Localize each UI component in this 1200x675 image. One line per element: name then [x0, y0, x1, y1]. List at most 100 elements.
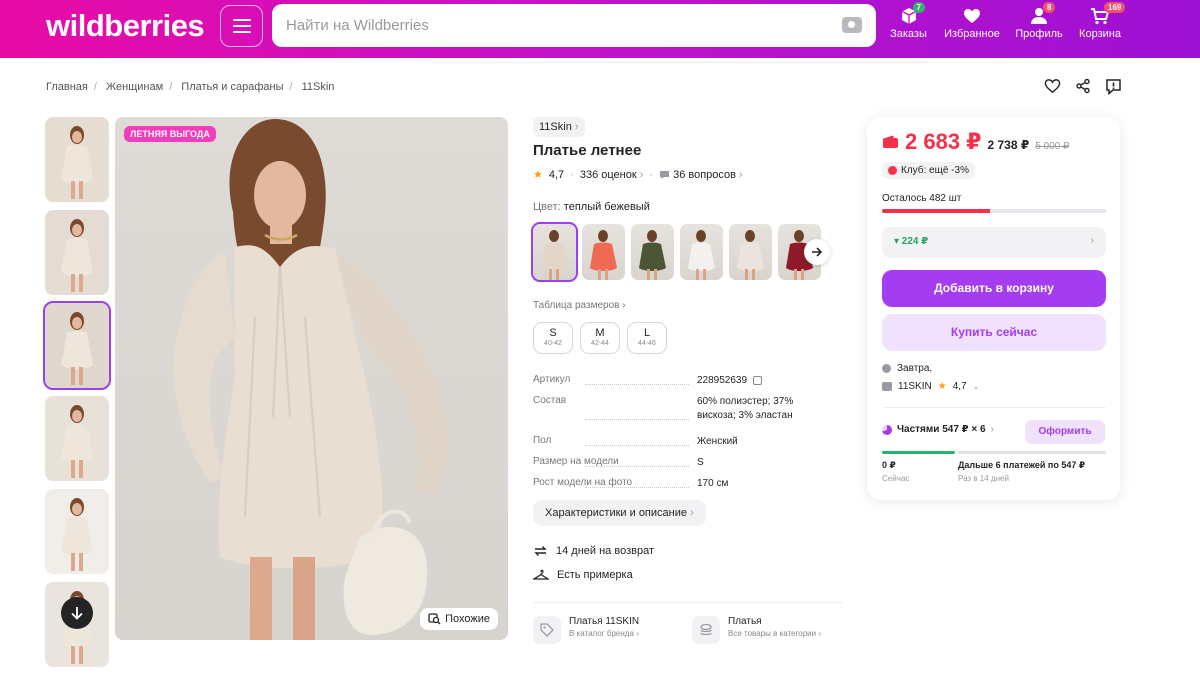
product-title: Платье летнее	[533, 142, 642, 159]
hanger-icon	[533, 569, 549, 580]
brand-catalog-sub: В каталог бренда ›	[569, 629, 639, 638]
breadcrumb-item[interactable]: Женщинам	[106, 81, 163, 93]
club-badge[interactable]: Клуб: ещё -3%	[882, 162, 975, 179]
size-label: S	[549, 327, 557, 339]
gallery-thumbnail[interactable]	[45, 396, 109, 481]
wallet-price: 2 738 ₽	[987, 138, 1030, 152]
brand-catalog-link[interactable]: Платья 11SKIN В каталог бренда ›	[533, 616, 639, 644]
color-swatches	[531, 222, 821, 282]
size-option[interactable]: L 44-46	[627, 322, 667, 354]
delivery-row: Завтра,	[882, 363, 932, 374]
main-product-image[interactable]: ЛЕТНЯЯ ВЫГОДА Похожие	[115, 117, 508, 640]
size-range: 40-42	[544, 340, 562, 347]
brand-link[interactable]: 11Skin ›	[533, 117, 585, 137]
characteristics-button[interactable]: Характеристики и описание ›	[533, 500, 706, 526]
category-link[interactable]: Платья Все товары в категории ›	[692, 616, 821, 644]
return-label: 14 дней на возврат	[556, 545, 654, 557]
gallery-thumbnail[interactable]	[45, 117, 109, 202]
rating-value: 4,7	[548, 168, 565, 181]
color-swatch[interactable]	[680, 224, 723, 280]
profile-badge: 8	[1043, 2, 1056, 13]
club-label: Клуб: ещё -3%	[901, 165, 969, 176]
size-table-label: Таблица размеров	[533, 300, 620, 311]
nav-cart[interactable]: 169 Корзина	[1076, 2, 1126, 40]
spec-key: Пол	[533, 435, 697, 449]
copy-icon[interactable]	[752, 375, 762, 385]
reviews-link[interactable]: 336 оценок ›	[580, 169, 644, 181]
installments-button[interactable]: Оформить	[1025, 420, 1105, 444]
later-label: Раз в 14 дней	[958, 474, 1009, 483]
search-input[interactable]	[286, 4, 826, 47]
arrow-down-icon	[71, 607, 83, 620]
camera-icon[interactable]	[842, 17, 862, 33]
size-range: 44-46	[638, 340, 656, 347]
buy-now-button[interactable]: Купить сейчас	[882, 314, 1106, 351]
user-icon: 8	[1015, 2, 1063, 28]
color-swatch[interactable]	[729, 224, 772, 280]
installment-now: 0 ₽ Сейчас	[882, 460, 909, 483]
breadcrumb-item[interactable]: Главная	[46, 81, 88, 93]
questions-link[interactable]: 36 вопросов ›	[659, 169, 743, 181]
logo[interactable]: wildberries	[46, 8, 205, 44]
delivery-label: Завтра,	[897, 363, 933, 374]
menu-button[interactable]	[220, 5, 263, 47]
seller-rating: 4,7	[952, 381, 967, 392]
share-icon[interactable]	[1075, 78, 1091, 94]
layers-icon	[692, 616, 720, 644]
breadcrumb-item[interactable]: 11Skin	[302, 81, 335, 93]
stock-bar-fill	[882, 209, 990, 213]
installments-label: Частями 547 ₽ × 6	[897, 424, 986, 435]
fitting-info: Есть примерка	[533, 568, 633, 581]
wallet-bonus: ▾ 224 ₽	[894, 236, 929, 247]
promo-badge: ЛЕТНЯЯ ВЫГОДА	[124, 126, 216, 142]
current-price: 2 683 ₽	[905, 129, 982, 154]
spec-value: S	[697, 457, 704, 468]
star-icon: ★	[937, 381, 947, 392]
tag-icon	[533, 616, 561, 644]
size-option[interactable]: S 40-42	[533, 322, 573, 354]
gallery-thumbnail[interactable]	[43, 301, 111, 390]
box-icon: 7	[886, 2, 931, 28]
seller-name: 11SKIN	[898, 381, 932, 392]
nav-profile[interactable]: 8 Профиль	[1015, 2, 1063, 40]
nav-cart-label: Корзина	[1079, 28, 1121, 40]
arrow-right-icon	[812, 247, 823, 257]
stock-bar	[882, 209, 1106, 213]
wallet-bonus-row[interactable]: ▾ 224 ₽ ›	[882, 227, 1106, 258]
gallery-thumbnail[interactable]	[45, 489, 109, 574]
similar-button[interactable]: Похожие	[420, 608, 498, 630]
color-swatch[interactable]	[582, 224, 625, 280]
favorite-heart-icon[interactable]	[1044, 78, 1061, 94]
later-amount: Дальше 6 платежей по 547 ₽	[958, 460, 1086, 470]
nav-orders[interactable]: 7 Заказы	[886, 2, 931, 40]
spec-value: Женский	[697, 436, 738, 447]
divider	[533, 602, 843, 603]
questions-count: 36 вопросов	[673, 168, 736, 181]
add-to-cart-button[interactable]: Добавить в корзину	[882, 270, 1106, 307]
similar-label: Похожие	[445, 613, 490, 625]
size-table-link[interactable]: Таблица размеров ›	[533, 300, 626, 311]
rating-row: ★ 4,7 · 336 оценок › · 36 вопросов ›	[533, 168, 743, 182]
colors-next-button[interactable]	[804, 239, 830, 265]
seller-row[interactable]: 11SKIN ★ 4,7 ⌄	[882, 381, 979, 392]
nav-favorites[interactable]: Избранное	[942, 4, 1002, 40]
nav-favorites-label: Избранное	[944, 28, 1000, 40]
installment-progress-later	[958, 451, 1106, 454]
size-option[interactable]: M 42-44	[580, 322, 620, 354]
spec-value: 60% полиэстер; 37% вискоза; 3% эластан	[697, 396, 794, 421]
spec-key: Размер на модели	[533, 456, 697, 470]
now-amount: 0 ₽	[882, 460, 896, 470]
shop-icon	[882, 382, 892, 391]
scroll-down-button[interactable]	[61, 597, 93, 629]
color-swatch[interactable]	[531, 222, 578, 282]
size-range: 42-44	[591, 340, 609, 347]
color-swatch[interactable]	[631, 224, 674, 280]
gallery-thumbnail[interactable]	[45, 210, 109, 295]
installments-row[interactable]: Частями 547 ₽ × 6 ›	[882, 424, 994, 435]
breadcrumb-item[interactable]: Платья и сарафаны	[181, 81, 283, 93]
stock-label: Осталось 482 шт	[882, 193, 962, 204]
report-icon[interactable]	[1105, 78, 1122, 95]
club-icon	[888, 166, 897, 175]
spec-key: Артикул	[533, 374, 697, 388]
spec-row: Состав 60% полиэстер; 37% вискоза; 3% эла…	[533, 395, 813, 423]
